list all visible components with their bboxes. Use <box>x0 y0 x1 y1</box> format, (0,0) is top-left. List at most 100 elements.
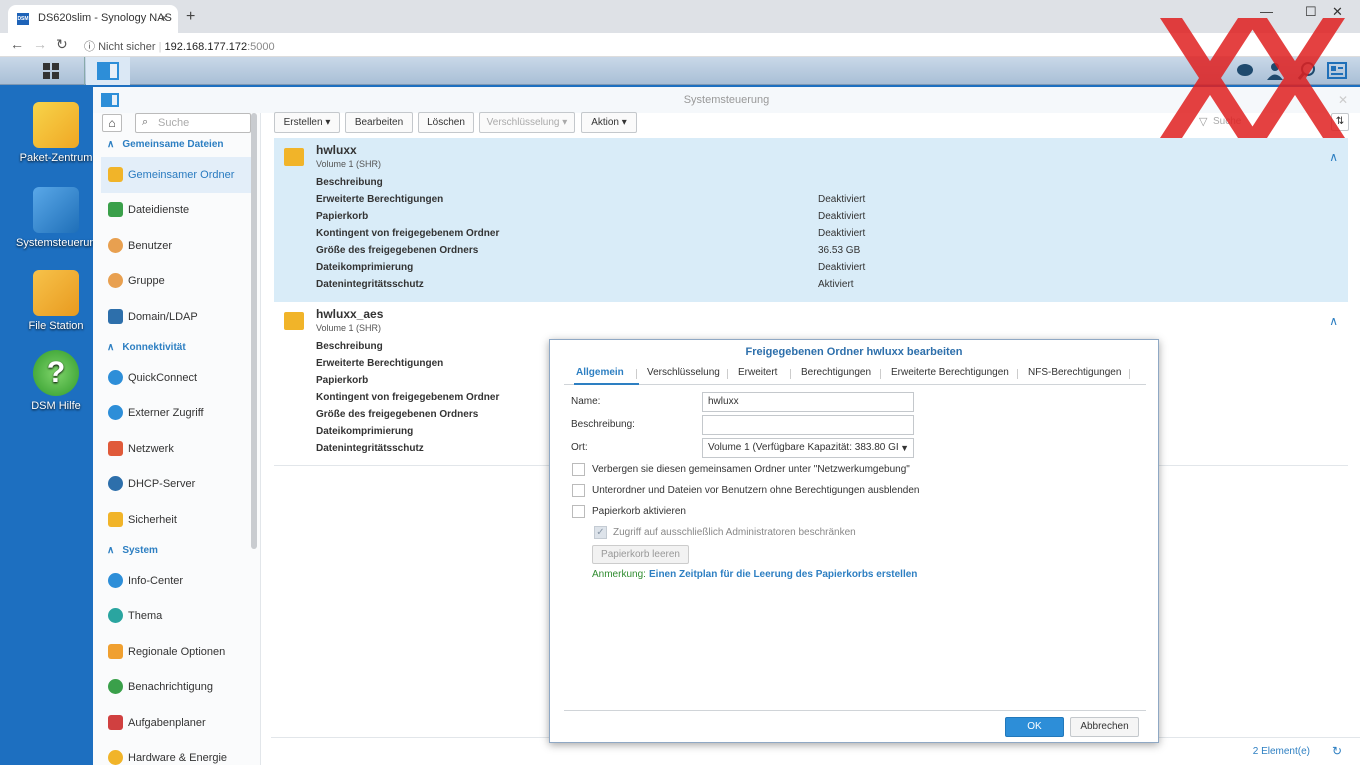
recycle-bin-label: Papierkorb aktivieren <box>592 506 686 517</box>
description-field[interactable] <box>702 415 914 435</box>
action-button[interactable]: Aktion ▾ <box>581 112 637 133</box>
description-label: Beschreibung: <box>571 419 635 430</box>
tab-separator <box>727 369 728 379</box>
sidebar-item-domain-ldap[interactable]: Domain/LDAP <box>101 299 251 335</box>
dhcp-icon <box>108 476 123 491</box>
section-konnektivitaet[interactable]: ∧ Konnektivität <box>107 342 186 353</box>
search-input[interactable]: ⌕ Suche <box>135 113 251 133</box>
forward-icon[interactable]: → <box>33 36 47 52</box>
desktop-icon-paket-zentrum[interactable]: Paket-Zentrum <box>16 102 96 164</box>
taskbar-systemsteuerung[interactable] <box>86 57 130 85</box>
refresh-icon[interactable]: ↻ <box>1332 744 1342 758</box>
sidebar-item-benutzer[interactable]: Benutzer <box>101 228 251 264</box>
create-button[interactable]: Erstellen ▾ <box>274 112 340 133</box>
folder-row[interactable]: hwluxx Volume 1 (SHR) ∧ Beschreibung Erw… <box>274 138 1348 302</box>
tab-nfs-berechtigungen[interactable]: NFS-Berechtigungen <box>1028 367 1121 378</box>
back-icon[interactable]: ← <box>10 36 24 52</box>
desktop-icon-label: DSM Hilfe <box>31 400 81 412</box>
item-count: 2 Element(e) <box>1252 746 1310 757</box>
sidebar-item-quickconnect[interactable]: QuickConnect <box>101 360 251 396</box>
security-label: Nicht sicher <box>98 41 156 53</box>
sidebar-item-label: Gruppe <box>128 275 165 287</box>
sidebar-item-sicherheit[interactable]: Sicherheit <box>101 502 251 538</box>
package-center-icon <box>33 102 79 148</box>
prop-label: Größe des freigegebenen Ordners <box>316 409 479 420</box>
sidebar-item-benachrichtigung[interactable]: Benachrichtigung <box>101 669 251 705</box>
section-title: System <box>122 545 158 556</box>
power-icon <box>108 750 123 765</box>
cancel-button[interactable]: Abbrechen <box>1070 717 1139 737</box>
sidebar-item-hardware-energie[interactable]: Hardware & Energie <box>101 740 251 765</box>
chevron-up-icon: ∧ <box>107 545 115 556</box>
home-icon: ⌂ <box>108 116 116 130</box>
sidebar-item-label: QuickConnect <box>128 372 198 384</box>
prop-label: Papierkorb <box>316 375 369 386</box>
hide-subfolders-checkbox[interactable] <box>572 484 585 497</box>
edit-label: Bearbeiten <box>354 117 404 128</box>
minimize-icon[interactable]: — <box>1260 4 1273 19</box>
folder-volume: Volume 1 (SHR) <box>316 159 382 169</box>
control-panel-icon <box>101 93 119 107</box>
tab-erweiterte-berechtigungen[interactable]: Erweiterte Berechtigungen <box>891 367 1009 378</box>
desktop-icon-dsm-hilfe[interactable]: ? DSM Hilfe <box>16 350 96 412</box>
synology-favicon-icon: DSM <box>17 13 29 25</box>
tab-berechtigungen[interactable]: Berechtigungen <box>801 367 871 378</box>
sidebar-item-externer-zugriff[interactable]: Externer Zugriff <box>101 395 251 431</box>
calendar-icon <box>108 715 123 730</box>
sidebar-item-label: Gemeinsamer Ordner <box>128 169 235 181</box>
desktop-icon-file-station[interactable]: File Station <box>16 270 96 332</box>
chevron-up-icon[interactable]: ∧ <box>1329 314 1338 328</box>
sidebar-item-dhcp-server[interactable]: DHCP-Server <box>101 466 251 502</box>
sidebar-item-label: Benachrichtigung <box>128 681 214 693</box>
prop-value: Deaktiviert <box>818 211 866 222</box>
hide-network-checkbox[interactable] <box>572 463 585 476</box>
new-tab-icon[interactable]: + <box>186 8 195 26</box>
action-label: Aktion <box>591 117 619 128</box>
tab-allgemein[interactable]: Allgemein <box>576 367 624 378</box>
sidebar-item-dateidienste[interactable]: Dateidienste <box>101 192 251 228</box>
browser-tab[interactable]: DSM DS620slim - Synology NAS × <box>8 5 178 33</box>
tab-separator <box>636 369 637 379</box>
empty-recycle-bin-button[interactable]: Papierkorb leeren <box>592 545 689 564</box>
edit-shared-folder-dialog: Freigegebenen Ordner hwluxx bearbeiten A… <box>549 339 1159 743</box>
hide-subfolders-label: Unterordner und Dateien vor Benutzern oh… <box>592 485 920 496</box>
desktop-icon-systemsteuerung[interactable]: Systemsteuerung <box>16 187 102 249</box>
url-field[interactable]: ⓘ Nicht sicher | 192.168.177.172:5000 <box>84 38 275 54</box>
reload-icon[interactable]: ↻ <box>56 36 68 53</box>
admin-only-checkbox[interactable]: ✓ <box>594 526 607 539</box>
sidebar-scrollbar[interactable] <box>251 113 257 549</box>
schedule-link[interactable]: Einen Zeitplan für die Leerung des Papie… <box>649 569 917 580</box>
window-title-text: Systemsteuerung <box>683 94 770 106</box>
tab-erweitert[interactable]: Erweitert <box>738 367 777 378</box>
sidebar-item-thema[interactable]: Thema <box>101 598 251 634</box>
recycle-bin-checkbox[interactable] <box>572 505 585 518</box>
tab-verschluesselung[interactable]: Verschlüsselung <box>647 367 720 378</box>
xx-watermark-logo <box>1160 18 1345 138</box>
sidebar-item-gemeinsamer-ordner[interactable]: Gemeinsamer Ordner <box>101 157 251 193</box>
section-system[interactable]: ∧ System <box>107 545 158 556</box>
sidebar-item-aufgabenplaner[interactable]: Aufgabenplaner <box>101 705 251 741</box>
dialog-tabs: Allgemein Verschlüsselung Erweitert Bere… <box>564 364 1146 385</box>
edit-button[interactable]: Bearbeiten <box>345 112 413 133</box>
delete-button[interactable]: Löschen <box>418 112 474 133</box>
sidebar-item-regionale-optionen[interactable]: Regionale Optionen <box>101 634 251 670</box>
encryption-button[interactable]: Verschlüsselung ▾ <box>479 112 575 133</box>
browser-tab-title: DS620slim - Synology NAS <box>38 12 172 24</box>
name-field[interactable]: hwluxx <box>702 392 914 412</box>
address-bar: ← → ↻ ⓘ Nicht sicher | 192.168.177.172:5… <box>0 33 1360 57</box>
chevron-up-icon[interactable]: ∧ <box>1329 150 1338 164</box>
sidebar-item-info-center[interactable]: Info-Center <box>101 563 251 599</box>
main-menu-button[interactable] <box>17 57 85 85</box>
home-button[interactable]: ⌂ <box>102 114 122 132</box>
section-gemeinsame-dateien[interactable]: ∧ Gemeinsame Dateien <box>107 139 224 150</box>
grid-icon <box>43 63 59 79</box>
ok-button[interactable]: OK <box>1005 717 1064 737</box>
sidebar-item-label: Externer Zugriff <box>128 407 204 419</box>
regional-icon <box>108 644 123 659</box>
close-tab-icon[interactable]: × <box>160 10 168 25</box>
location-select[interactable]: Volume 1 (Verfügbare Kapazität: 383.80 G… <box>702 438 914 458</box>
sidebar-item-netzwerk[interactable]: Netzwerk <box>101 431 251 467</box>
url-port: :5000 <box>247 41 275 53</box>
desktop-icon-label: Systemsteuerung <box>16 237 102 249</box>
sidebar-item-gruppe[interactable]: Gruppe <box>101 263 251 299</box>
